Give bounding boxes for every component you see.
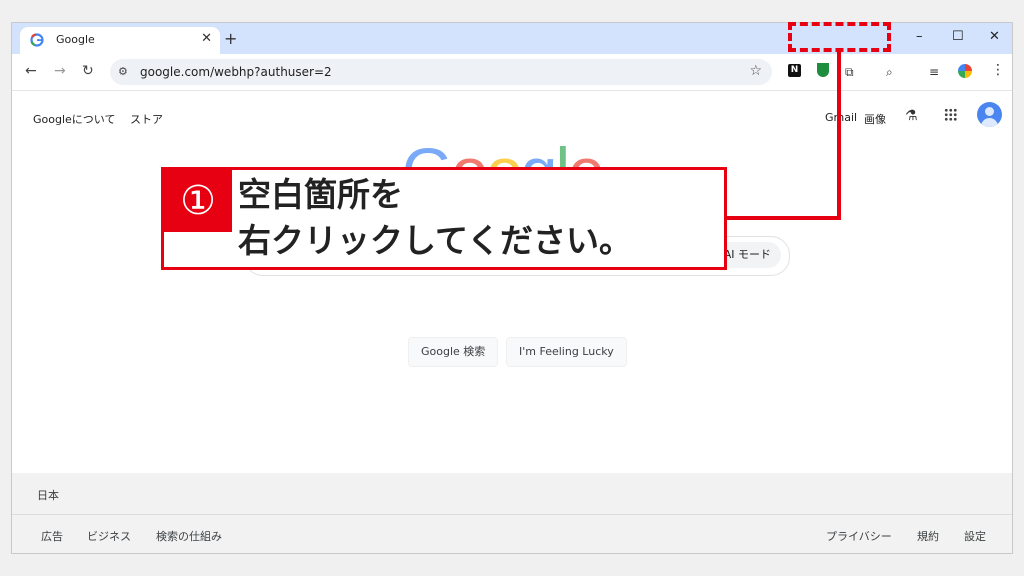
bookmark-star-icon[interactable]: ☆ — [749, 63, 762, 79]
forward-button[interactable]: → — [54, 63, 66, 79]
feeling-lucky-button[interactable]: I'm Feeling Lucky — [506, 337, 627, 367]
google-search-button[interactable]: Google 検索 — [408, 337, 499, 367]
menu-dots-icon[interactable]: ⋮ — [991, 62, 1005, 78]
tab-google[interactable]: Google ✕ — [20, 27, 220, 54]
about-link[interactable]: Googleについて — [33, 111, 115, 127]
labs-flask-icon[interactable]: ⚗ — [905, 108, 918, 124]
footer-link-business[interactable]: ビジネス — [87, 528, 131, 544]
page-content: Googleについて ストア Gmail 画像 ⚗ Google 🎤︎ ◎ ⌕ … — [12, 91, 1012, 473]
profile-avatar-icon[interactable] — [958, 64, 972, 78]
toolbar: ← → ↻ ⚙ google.com/webhp?authuser=2 ☆ N … — [12, 54, 1012, 91]
images-link[interactable]: 画像 — [864, 111, 886, 127]
address-bar[interactable]: ⚙ google.com/webhp?authuser=2 ☆ — [110, 59, 772, 85]
account-avatar[interactable] — [977, 102, 1002, 127]
store-link[interactable]: ストア — [130, 111, 163, 127]
close-window-button[interactable]: ✕ — [989, 29, 1000, 44]
maximize-button[interactable]: ☐ — [952, 29, 964, 44]
callout-connector-horizontal — [727, 216, 841, 220]
shield-extension-icon[interactable] — [817, 63, 829, 77]
url-text[interactable]: google.com/webhp?authuser=2 — [140, 65, 332, 79]
minimize-button[interactable]: – — [916, 29, 923, 44]
instruction-text: 空白箇所を 右クリックしてください。 — [238, 172, 632, 264]
gmail-link[interactable]: Gmail — [825, 111, 857, 124]
new-tab-button[interactable]: + — [224, 29, 237, 48]
footer-link-ads[interactable]: 広告 — [41, 528, 63, 544]
extensions-puzzle-icon[interactable]: ⧉ — [845, 65, 854, 80]
country-label: 日本 — [37, 489, 59, 502]
instruction-line-2: 右クリックしてください。 — [238, 221, 633, 260]
callout-connector-vertical — [837, 52, 841, 220]
instruction-line-1: 空白箇所を — [238, 175, 403, 214]
search-tab-icon[interactable]: ⌕ — [886, 65, 893, 80]
google-favicon-icon — [30, 33, 44, 47]
blank-area-highlight — [788, 22, 891, 52]
footer-link-settings[interactable]: 設定 — [964, 528, 986, 544]
footer-link-terms[interactable]: 規約 — [917, 528, 939, 544]
site-info-icon[interactable]: ⚙ — [118, 65, 128, 78]
tab-title: Google — [56, 33, 95, 46]
notion-extension-icon[interactable]: N — [788, 64, 801, 77]
browser-window: Google ✕ + – ☐ ✕ ← → ↻ ⚙ google.com/webh… — [11, 22, 1013, 554]
footer-link-privacy[interactable]: プライバシー — [826, 528, 892, 544]
reading-list-icon[interactable]: ≡ — [929, 65, 939, 79]
footer-link-how-search-works[interactable]: 検索の仕組み — [156, 528, 222, 544]
step-number: ① — [164, 170, 232, 232]
instruction-callout: ① 空白箇所を 右クリックしてください。 — [161, 167, 727, 270]
tab-close-icon[interactable]: ✕ — [201, 31, 212, 46]
avatar-head — [985, 107, 994, 116]
avatar-body — [981, 118, 998, 127]
apps-grid-icon[interactable] — [944, 108, 957, 121]
footer: 日本 広告 ビジネス 検索の仕組み プライバシー 規約 設定 — [12, 473, 1012, 553]
reload-button[interactable]: ↻ — [82, 63, 94, 79]
footer-divider — [12, 514, 1012, 515]
back-button[interactable]: ← — [25, 63, 37, 79]
